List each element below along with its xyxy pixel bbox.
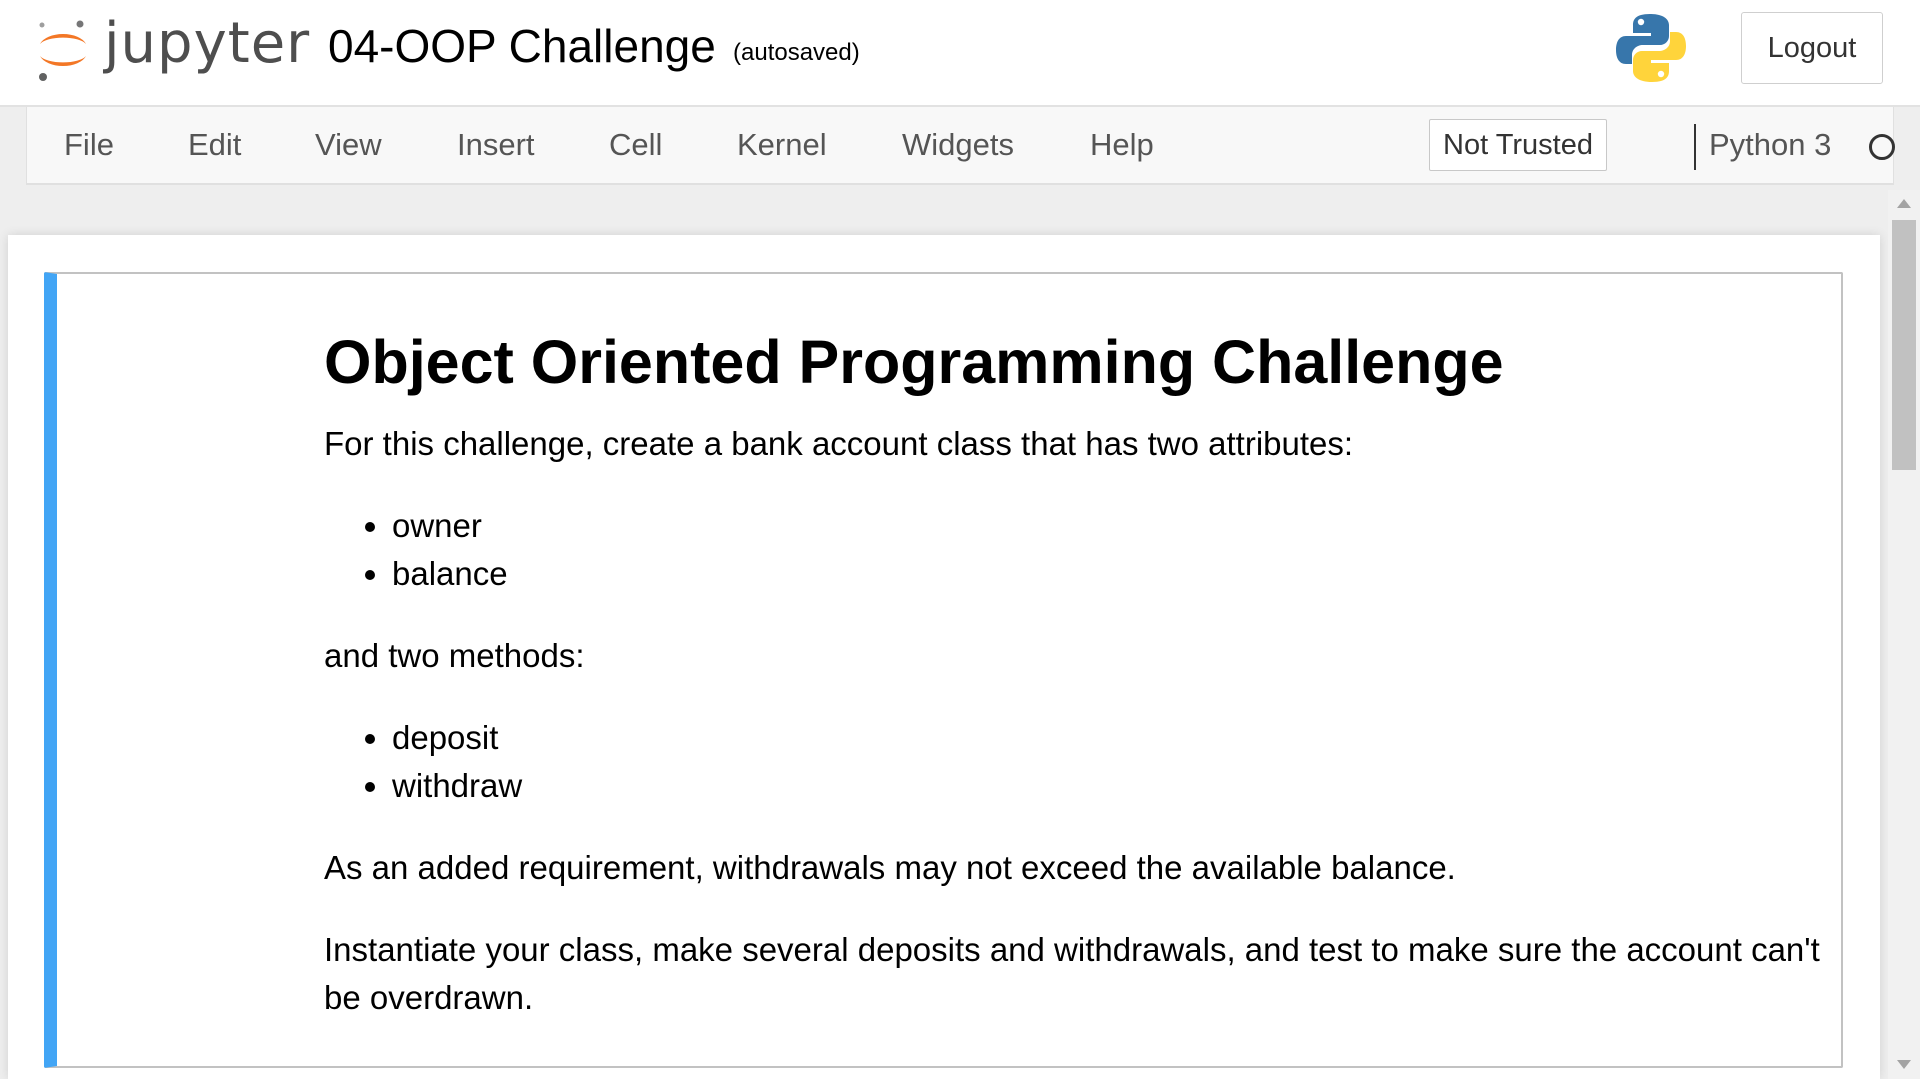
autosave-status: (autosaved) (733, 39, 860, 66)
menu-view[interactable]: View (315, 126, 382, 164)
list-item: balance (392, 550, 1824, 598)
kernel-name[interactable]: Python 3 (1709, 126, 1831, 164)
menu-help[interactable]: Help (1090, 126, 1154, 164)
menu-widgets[interactable]: Widgets (902, 126, 1014, 164)
menu-file[interactable]: File (64, 126, 114, 164)
python-logo-icon (1616, 14, 1686, 82)
jupyter-logo[interactable]: jupyter (34, 14, 310, 84)
logout-button[interactable]: Logout (1741, 12, 1883, 84)
notebook-title[interactable]: 04-OOP Challenge (328, 17, 716, 75)
scroll-down-arrow-icon[interactable] (1897, 1060, 1911, 1069)
vertical-scrollbar[interactable] (1888, 190, 1920, 1079)
attributes-list: owner balance (324, 502, 1824, 598)
rendered-markdown: Object Oriented Programming Challenge Fo… (324, 314, 1824, 1056)
menu-bar: File Edit View Insert Cell Kernel Widget… (26, 107, 1895, 185)
list-item: withdraw (392, 762, 1824, 810)
scrollbar-thumb[interactable] (1892, 220, 1916, 470)
kernel-idle-icon (1869, 134, 1895, 160)
menu-cell[interactable]: Cell (609, 126, 662, 164)
intro-text: For this challenge, create a bank accoun… (324, 425, 1354, 462)
menu-kernel[interactable]: Kernel (737, 126, 827, 164)
scroll-up-arrow-icon[interactable] (1897, 199, 1911, 208)
methods-intro-text: and two methods: (324, 637, 585, 674)
markdown-cell[interactable]: Object Oriented Programming Challenge Fo… (44, 272, 1843, 1068)
jupyter-logo-icon (39, 20, 86, 81)
jupyter-logo-text: jupyter (104, 11, 311, 76)
methods-list: deposit withdraw (324, 714, 1824, 810)
instructions-text: Instantiate your class, make several dep… (324, 931, 1820, 1016)
cell-heading: Object Oriented Programming Challenge (324, 328, 1504, 396)
list-item: owner (392, 502, 1824, 550)
header: jupyter 04-OOP Challenge (autosaved) Log… (0, 0, 1920, 107)
not-trusted-button[interactable]: Not Trusted (1429, 119, 1607, 171)
notebook-container: Object Oriented Programming Challenge Fo… (8, 235, 1880, 1079)
list-item: deposit (392, 714, 1824, 762)
requirement-text: As an added requirement, withdrawals may… (324, 849, 1456, 886)
kernel-divider (1694, 124, 1696, 170)
menu-edit[interactable]: Edit (188, 126, 241, 164)
menu-insert[interactable]: Insert (457, 126, 535, 164)
